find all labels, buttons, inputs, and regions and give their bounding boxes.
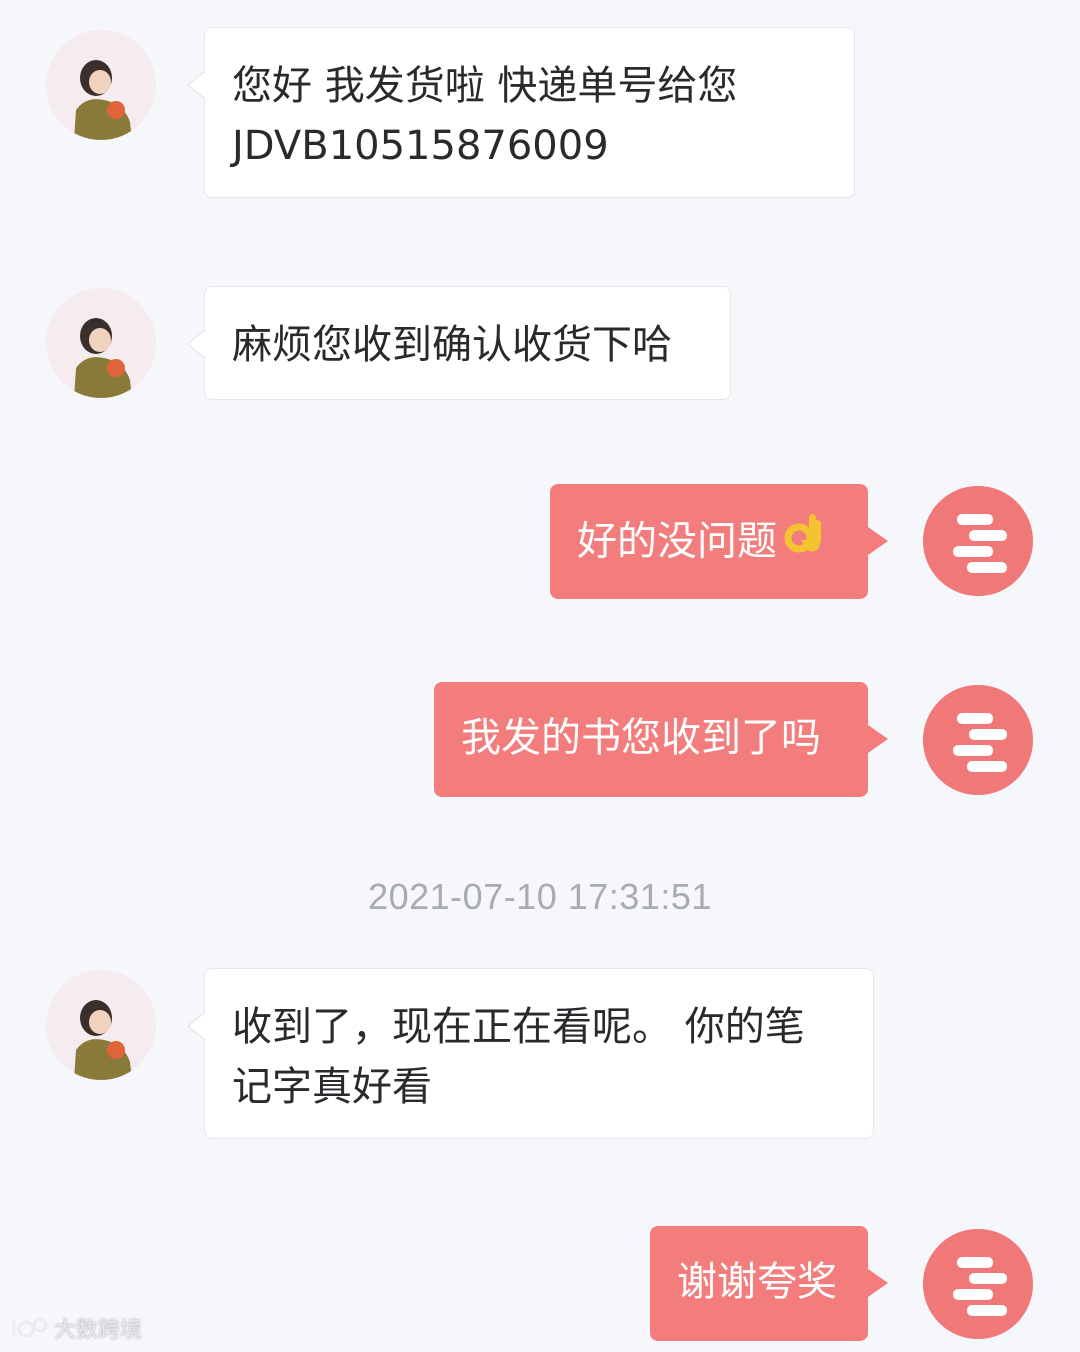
customer-avatar[interactable]	[46, 30, 156, 140]
ok-hand-icon	[783, 510, 825, 577]
message-bubble-outgoing: 我发的书您收到了吗	[434, 682, 888, 797]
message-text: 谢谢夸奖	[677, 1259, 837, 1305]
message-timestamp: 2021-07-10 17:31:51	[368, 876, 712, 917]
message-bubble-incoming: 您好 我发货啦 快递单号给您 JDVB10515876009	[187, 27, 855, 198]
message-bubble-incoming: 收到了，现在正在看呢。 你的笔 记字真好看	[187, 968, 874, 1139]
watermark-logo-icon	[12, 1317, 48, 1338]
watermark: 大数跨境	[10, 1312, 142, 1344]
message-text: 麻烦您收到确认收货下哈	[232, 322, 672, 368]
message-text: 好的没问题	[577, 518, 777, 565]
message-text: 我发的书您收到了吗	[461, 715, 821, 761]
message-bubble-outgoing: 好的没问题	[550, 484, 888, 599]
message-text: 您好 我发货啦 快递单号给您 JDVB10515876009	[232, 63, 738, 169]
customer-avatar[interactable]	[46, 288, 156, 398]
customer-avatar[interactable]	[46, 970, 156, 1080]
message-text: 收到了，现在正在看呢。 你的笔 记字真好看	[232, 1004, 805, 1110]
seller-avatar[interactable]	[923, 685, 1033, 795]
message-bubble-outgoing: 谢谢夸奖	[650, 1226, 888, 1341]
message-bubble-incoming: 麻烦您收到确认收货下哈	[187, 286, 731, 400]
chat-window: 您好 我发货啦 快递单号给您 JDVB10515876009 麻烦您收到确认收货…	[0, 0, 1080, 1352]
seller-avatar[interactable]	[923, 486, 1033, 596]
watermark-text: 大数跨境	[54, 1318, 143, 1343]
seller-avatar[interactable]	[923, 1229, 1033, 1339]
